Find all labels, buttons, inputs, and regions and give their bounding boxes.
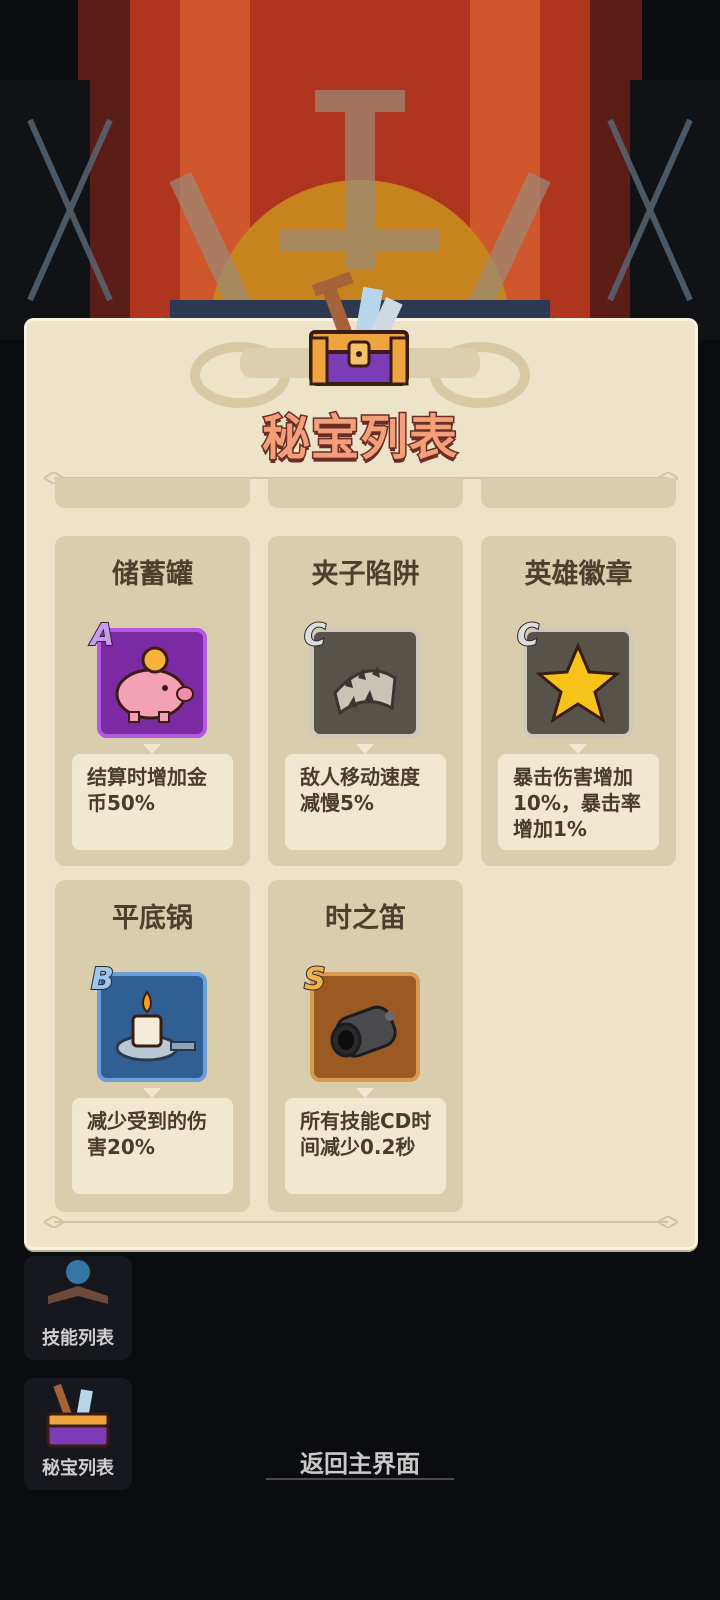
treasure-name: 时之笛 [325, 903, 406, 934]
return-underline [266, 1478, 454, 1480]
treasure-icon-frame: C [516, 617, 633, 738]
treasure-list-button[interactable]: 秘宝列表 [24, 1378, 132, 1490]
desc-pointer [356, 744, 374, 754]
desc-pointer [356, 1088, 374, 1098]
treasure-icon-frame: C [303, 617, 420, 738]
card-stub [268, 478, 463, 508]
bear-trap-icon [333, 666, 397, 716]
treasure-chest-icon [46, 1383, 110, 1448]
treasure-icon-frame: B [90, 961, 207, 1082]
desc-pointer [569, 744, 587, 754]
card-stub [481, 478, 676, 508]
treasure-chest-icon [309, 271, 409, 386]
spellbook-icon [48, 1260, 108, 1304]
card-stub [55, 478, 250, 508]
treasure-description: 结算时增加金币50% [72, 754, 233, 850]
desc-pointer [143, 744, 161, 754]
treasure-name: 储蓄罐 [112, 559, 193, 590]
grade-badge: S [303, 961, 327, 998]
bottom-divider [44, 1216, 678, 1228]
treasure-description: 暴击伤害增加10%，暴击率增加1% [498, 754, 659, 850]
treasure-description: 敌人移动速度减慢5% [285, 754, 446, 850]
candle-pan-icon [115, 990, 196, 1062]
treasure-card-piggy-bank[interactable]: 储蓄罐 A 结算时增加金币50% [55, 536, 250, 866]
treasure-name: 英雄徽章 [524, 559, 633, 590]
grade-badge: C [303, 617, 327, 654]
treasure-description: 减少受到的伤害20% [72, 1098, 233, 1194]
grade-badge: C [516, 617, 540, 654]
desc-pointer [143, 1088, 161, 1098]
treasure-card-time-flute[interactable]: 时之笛 S 所有技能CD时间减少0.2秒 [268, 880, 463, 1212]
skill-list-label: 技能列表 [42, 1328, 114, 1349]
piggy-bank-icon [115, 646, 194, 723]
treasure-card-frying-pan[interactable]: 平底锅 B 减少受到的伤害20% [55, 880, 250, 1212]
treasure-description: 所有技能CD时间减少0.2秒 [285, 1098, 446, 1194]
grade-badge: B [90, 961, 115, 998]
return-main-button[interactable]: 返回主界面 [266, 1444, 454, 1479]
treasure-name: 平底锅 [112, 903, 193, 934]
treasure-list-label: 秘宝列表 [42, 1458, 114, 1479]
grade-badge: A [90, 617, 115, 654]
skill-list-button[interactable]: 技能列表 [24, 1256, 132, 1360]
star-icon [535, 642, 621, 724]
treasure-card-bear-trap[interactable]: 夹子陷阱 C 敌人移动速度减慢5% [268, 536, 463, 866]
treasure-card-hero-badge[interactable]: 英雄徽章 C 暴击伤害增加10%，暴击率增加1% [481, 536, 676, 866]
treasure-icon-frame: A [90, 617, 207, 738]
treasure-icon-frame: S [303, 961, 420, 1082]
cannon-icon [330, 1005, 397, 1058]
panel-title: 秘宝列表 [260, 409, 458, 468]
treasure-name: 夹子陷阱 [311, 559, 420, 590]
